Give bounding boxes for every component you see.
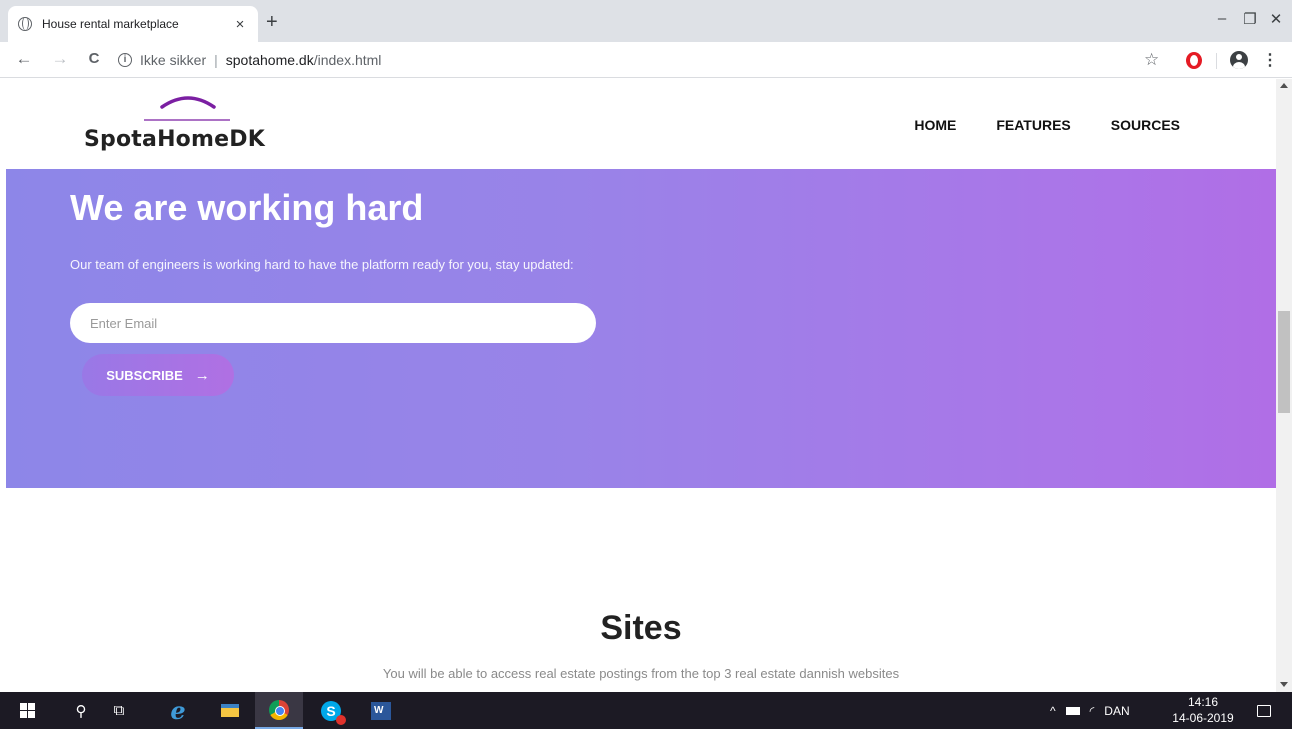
action-center-icon[interactable] [1252, 692, 1276, 729]
tray-chevron-icon[interactable]: ^ [1050, 704, 1056, 718]
system-tray: ^ ◜ DAN [1050, 692, 1130, 729]
sites-text: You will be able to access real estate p… [382, 666, 900, 681]
battery-icon[interactable] [1065, 706, 1080, 715]
nav-sources[interactable]: SOURCES [1111, 117, 1180, 133]
taskbar-clock[interactable]: 14:16 14-06-2019 [1166, 694, 1240, 726]
browser-menu-icon[interactable]: ⋮ [1262, 50, 1278, 70]
logo-text: SpotaHomeDK [84, 127, 265, 152]
taskbar-search-icon[interactable]: ⚲ [70, 692, 92, 729]
minimize-button[interactable]: – [1212, 10, 1232, 27]
browser-tabstrip: House rental marketplace × + – ❐ ✕ [0, 0, 1292, 42]
chrome-taskbar-icon[interactable] [255, 692, 303, 729]
skype-glyph: S [326, 702, 336, 719]
security-label: Ikke sikker [140, 52, 207, 68]
windows-logo-icon [19, 703, 35, 718]
page-scrollbar[interactable] [1276, 79, 1292, 692]
site-header: SpotaHomeDK HOME FEATURES SOURCES [6, 79, 1276, 169]
browser-tab[interactable]: House rental marketplace × [8, 6, 258, 42]
subscribe-button[interactable]: SUBSCRIBE → [82, 354, 234, 396]
roof-logo-icon [144, 96, 230, 121]
wifi-icon[interactable]: ◜ [1090, 704, 1095, 718]
clock-time: 14:16 [1187, 695, 1219, 709]
hero-text: Our team of engineers is working hard to… [70, 257, 574, 272]
start-button[interactable] [14, 692, 40, 729]
word-icon[interactable]: W [366, 692, 396, 729]
address-separator: | [214, 52, 218, 68]
address-bar[interactable]: i Ikke sikker | spotahome.dk/index.html [118, 47, 1128, 73]
back-button[interactable]: ← [14, 49, 34, 69]
tab-title: House rental marketplace [42, 17, 179, 31]
arrow-right-icon: → [194, 366, 210, 384]
scroll-thumb[interactable] [1278, 311, 1290, 413]
windows-taskbar: ⚲ ⧉ e S W ^ ◜ DAN 14:16 14-06-2019 [0, 692, 1292, 729]
task-view-icon[interactable]: ⧉ [108, 692, 130, 729]
skype-status-badge [336, 714, 346, 725]
profile-icon[interactable] [1230, 51, 1248, 69]
file-explorer-icon[interactable] [218, 692, 242, 729]
hero-title: We are working hard [70, 187, 424, 228]
info-icon[interactable]: i [118, 53, 132, 67]
nav-home[interactable]: HOME [914, 117, 956, 133]
subscribe-label: SUBSCRIBE [106, 367, 183, 383]
new-tab-button[interactable]: + [266, 12, 278, 32]
main-nav: HOME FEATURES SOURCES [914, 117, 1180, 133]
restore-button[interactable]: ❐ [1240, 10, 1260, 28]
bookmark-star-icon[interactable]: ☆ [1144, 50, 1159, 70]
scroll-up-icon[interactable] [1280, 83, 1288, 88]
url-domain: spotahome.dk [225, 52, 314, 68]
url-path: /index.html [313, 52, 382, 68]
internet-explorer-icon[interactable]: e [166, 692, 190, 729]
toolbar-divider [1216, 53, 1217, 69]
sites-title: Sites [600, 609, 682, 647]
reload-button[interactable]: C [84, 49, 104, 69]
browser-toolbar: ← → C i Ikke sikker | spotahome.dk/index… [0, 42, 1292, 78]
forward-button[interactable]: → [50, 49, 70, 69]
word-glyph: W [371, 701, 391, 720]
globe-icon [18, 17, 32, 31]
opera-extension-icon[interactable] [1186, 52, 1202, 69]
scroll-down-icon[interactable] [1280, 682, 1288, 687]
skype-icon[interactable]: S [316, 692, 346, 729]
page-viewport: SpotaHomeDK HOME FEATURES SOURCES We are… [6, 79, 1276, 692]
clock-date: 14-06-2019 [1172, 711, 1234, 725]
tab-close-icon[interactable]: × [232, 16, 248, 33]
site-logo[interactable]: SpotaHomeDK [84, 93, 284, 157]
language-indicator[interactable]: DAN [1104, 704, 1129, 718]
nav-features[interactable]: FEATURES [996, 117, 1070, 133]
close-window-button[interactable]: ✕ [1266, 10, 1286, 28]
email-input[interactable] [70, 303, 596, 343]
hero-section: We are working hard Our team of engineer… [6, 169, 1276, 488]
